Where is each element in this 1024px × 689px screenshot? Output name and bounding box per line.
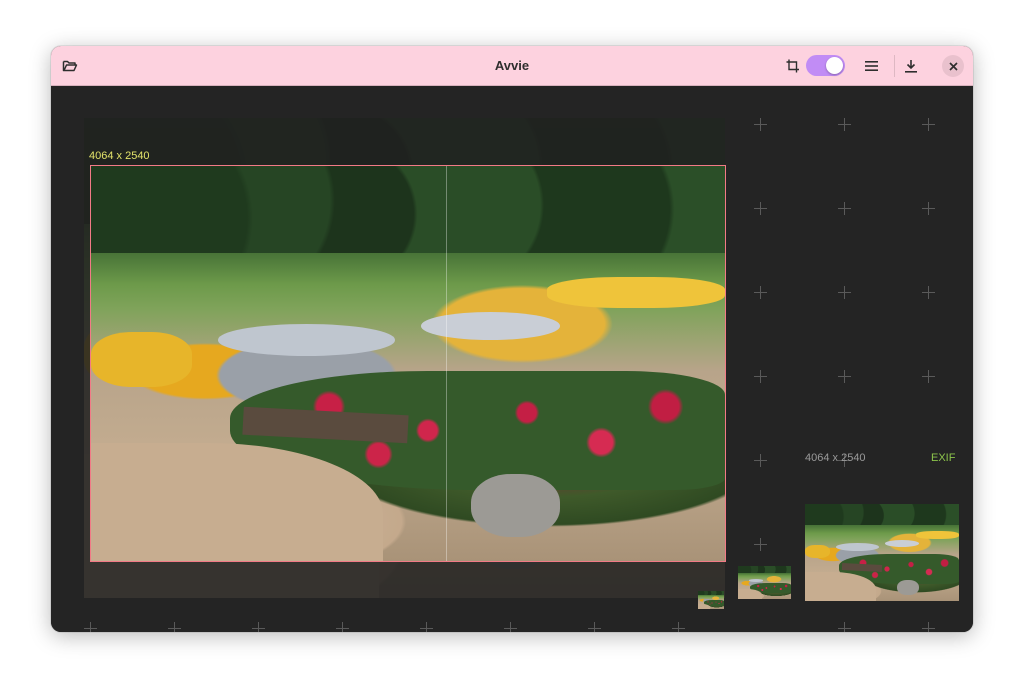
header-bar: Avvie <box>51 46 973 86</box>
grid-marker <box>754 538 767 551</box>
toggle-knob <box>826 57 843 74</box>
hamburger-menu-icon <box>865 61 878 71</box>
app-window: Avvie 4064 x 2540 4064 x 2540 EXIF <box>51 46 973 632</box>
crop-guide-line <box>446 166 447 561</box>
thumbnail-small[interactable] <box>698 591 724 609</box>
grid-marker <box>754 202 767 215</box>
grid-marker <box>922 286 935 299</box>
main-menu-button[interactable] <box>858 52 886 80</box>
exif-label[interactable]: EXIF <box>931 452 955 464</box>
preview-dimension-label: 4064 x 2540 <box>805 452 866 464</box>
crop-icon <box>786 59 799 73</box>
editor-canvas[interactable]: 4064 x 2540 4064 x 2540 EXIF <box>51 86 973 632</box>
folder-open-icon <box>62 60 78 72</box>
cropped-preview <box>805 504 959 601</box>
grid-marker <box>838 622 851 632</box>
grid-marker <box>754 286 767 299</box>
grid-marker <box>922 622 935 632</box>
grid-marker <box>504 622 517 632</box>
grid-marker <box>754 370 767 383</box>
grid-marker <box>838 118 851 131</box>
download-icon <box>905 60 917 73</box>
grid-marker <box>336 622 349 632</box>
grid-marker <box>420 622 433 632</box>
grid-marker <box>922 370 935 383</box>
grid-marker <box>838 202 851 215</box>
grid-marker <box>754 454 767 467</box>
grid-marker <box>168 622 181 632</box>
save-button[interactable] <box>897 52 925 80</box>
grid-marker <box>672 622 685 632</box>
grid-marker <box>252 622 265 632</box>
grid-marker <box>588 622 601 632</box>
close-button[interactable] <box>942 55 964 77</box>
grid-marker <box>84 622 97 632</box>
crop-dimension-label: 4064 x 2540 <box>89 150 150 162</box>
grid-marker <box>838 370 851 383</box>
grid-marker <box>838 286 851 299</box>
crop-button[interactable] <box>779 52 807 80</box>
grid-marker <box>754 118 767 131</box>
close-icon <box>948 61 958 71</box>
open-file-button[interactable] <box>56 52 84 80</box>
grid-marker <box>922 202 935 215</box>
crop-toggle[interactable] <box>806 55 845 76</box>
thumbnail-medium[interactable] <box>738 566 791 599</box>
grid-marker <box>922 118 935 131</box>
crop-selection[interactable] <box>90 165 726 562</box>
header-separator <box>894 55 895 77</box>
